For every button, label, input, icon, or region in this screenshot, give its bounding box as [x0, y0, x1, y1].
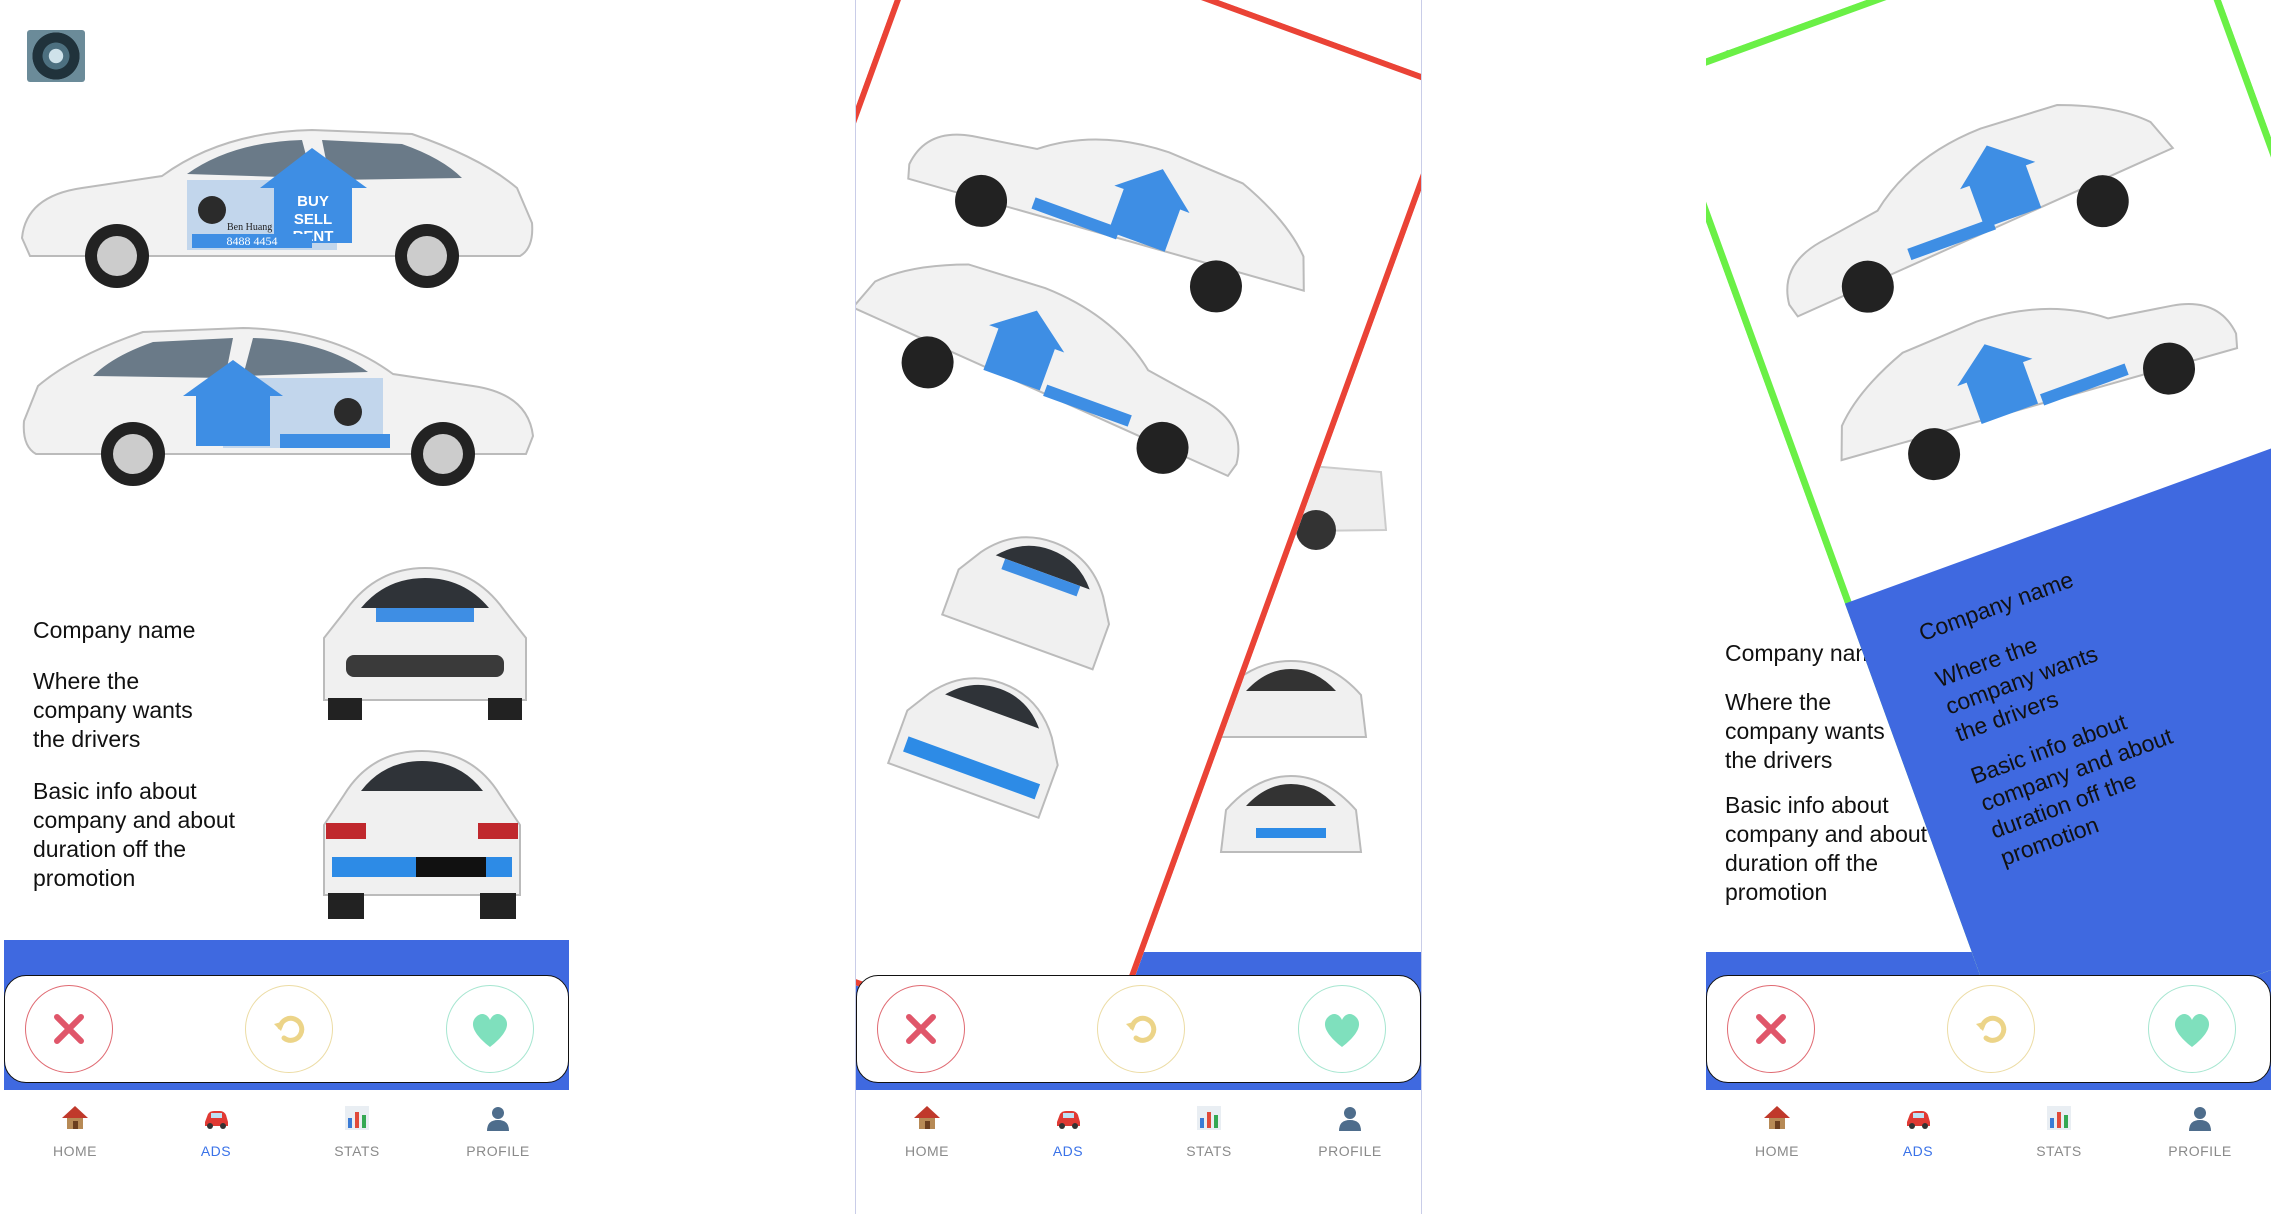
- location-line-2: company wants: [33, 697, 193, 723]
- house-icon: [62, 1106, 88, 1129]
- like-button[interactable]: [2148, 985, 2236, 1073]
- info-line-1: Basic info about: [33, 778, 197, 804]
- like-button[interactable]: [446, 985, 534, 1073]
- location-line-1: Where the: [33, 668, 140, 694]
- tab-home[interactable]: HOME: [882, 1104, 972, 1159]
- tab-profile-label: PROFILE: [2168, 1143, 2232, 1159]
- reject-button[interactable]: [877, 985, 965, 1073]
- car-icon: [205, 1111, 228, 1129]
- undo-icon: [1126, 1015, 1157, 1043]
- car-side-left-photo: BUY SELL RENT Ben Huang 8488 4454: [12, 118, 540, 288]
- car-icon: [1057, 1111, 1080, 1129]
- info-line-1: Basic info about: [1725, 792, 1889, 818]
- tab-stats[interactable]: STATS: [312, 1104, 402, 1159]
- tab-home-label: HOME: [1755, 1143, 1799, 1159]
- reject-button[interactable]: [1727, 985, 1815, 1073]
- car-icon: [1907, 1111, 1930, 1129]
- tab-stats-label: STATS: [334, 1143, 380, 1159]
- close-icon: [906, 1014, 936, 1044]
- heart-icon: [2174, 1013, 2210, 1047]
- tab-profile[interactable]: PROFILE: [2155, 1104, 2245, 1159]
- house-icon: [1764, 1106, 1790, 1129]
- tab-ads[interactable]: ADS: [1873, 1104, 1963, 1159]
- phone-screen-swipe-reject: HOME ADS STATS PROFILE: [855, 0, 1422, 1214]
- tab-home[interactable]: HOME: [30, 1104, 120, 1159]
- tab-stats[interactable]: STATS: [1164, 1104, 1254, 1159]
- decal-phone: 8488 4454: [227, 234, 278, 248]
- tab-stats-label: STATS: [2036, 1143, 2082, 1159]
- house-icon: [914, 1106, 940, 1129]
- tab-home-label: HOME: [53, 1143, 97, 1159]
- bottom-tab-bar: HOME ADS STATS PROFILE: [1706, 1090, 2271, 1200]
- bar-chart-icon: [1197, 1106, 1221, 1130]
- location-line-3: the drivers: [33, 726, 141, 752]
- swipe-action-panel: [4, 975, 569, 1083]
- heart-icon: [472, 1013, 508, 1047]
- undo-icon: [1976, 1015, 2007, 1043]
- person-icon: [487, 1107, 509, 1131]
- undo-button[interactable]: [1097, 985, 1185, 1073]
- car-rear-photo: [316, 745, 528, 925]
- tab-home-label: HOME: [905, 1143, 949, 1159]
- undo-icon: [274, 1015, 305, 1043]
- close-icon: [54, 1014, 84, 1044]
- info-line-2: company and about: [1725, 821, 1928, 847]
- decal-agent-name: Ben Huang: [227, 222, 272, 233]
- tab-profile[interactable]: PROFILE: [453, 1104, 543, 1159]
- app-logo: [27, 30, 85, 82]
- bar-chart-icon: [2047, 1106, 2071, 1130]
- tab-stats-label: STATS: [1186, 1143, 1232, 1159]
- tab-stats[interactable]: STATS: [2014, 1104, 2104, 1159]
- undo-button[interactable]: [245, 985, 333, 1073]
- person-icon: [1339, 1107, 1361, 1131]
- person-icon: [2189, 1107, 2211, 1131]
- like-button[interactable]: [1298, 985, 1386, 1073]
- location-line-3: the drivers: [1725, 747, 1833, 773]
- heart-icon: [1324, 1013, 1360, 1047]
- tab-profile-label: PROFILE: [1318, 1143, 1382, 1159]
- bottom-tab-bar: HOME ADS STATS PROFILE: [4, 1090, 569, 1200]
- phone-screen-default: BUY SELL RENT Ben Huang 8488 4454 Compan…: [4, 0, 569, 1214]
- info-line-3: duration off the: [33, 836, 187, 862]
- card-info-text: Company name Where the company wants the…: [33, 616, 235, 893]
- phone-screen-swipe-like: Company name Where the company wants the…: [1706, 0, 2271, 1214]
- bottom-tab-bar: HOME ADS STATS PROFILE: [856, 1090, 1421, 1200]
- swipe-action-panel: [856, 975, 1421, 1083]
- swipe-action-panel: [1706, 975, 2271, 1083]
- tab-profile[interactable]: PROFILE: [1305, 1104, 1395, 1159]
- tab-profile-label: PROFILE: [466, 1143, 530, 1159]
- decal-sell: SELL: [294, 211, 332, 228]
- info-line-4: promotion: [33, 865, 136, 891]
- close-icon: [1756, 1014, 1786, 1044]
- company-name-label: Company name: [33, 617, 196, 643]
- tab-ads[interactable]: ADS: [171, 1104, 261, 1159]
- tab-ads-label: ADS: [200, 1143, 232, 1159]
- tab-ads[interactable]: ADS: [1023, 1104, 1113, 1159]
- decal-buy: BUY: [297, 193, 329, 210]
- reject-button[interactable]: [25, 985, 113, 1073]
- car-side-right-photo: [18, 316, 543, 488]
- bar-chart-icon: [345, 1106, 369, 1130]
- undo-button[interactable]: [1947, 985, 2035, 1073]
- tab-ads-label: ADS: [1052, 1143, 1084, 1159]
- next-card-car-rear: [1216, 770, 1366, 860]
- info-line-2: company and about: [33, 807, 236, 833]
- info-line-3: duration off the: [1725, 850, 1879, 876]
- tab-home[interactable]: HOME: [1732, 1104, 1822, 1159]
- info-line-4: promotion: [1725, 879, 1828, 905]
- car-front-photo: [316, 560, 534, 725]
- tab-ads-label: ADS: [1902, 1143, 1934, 1159]
